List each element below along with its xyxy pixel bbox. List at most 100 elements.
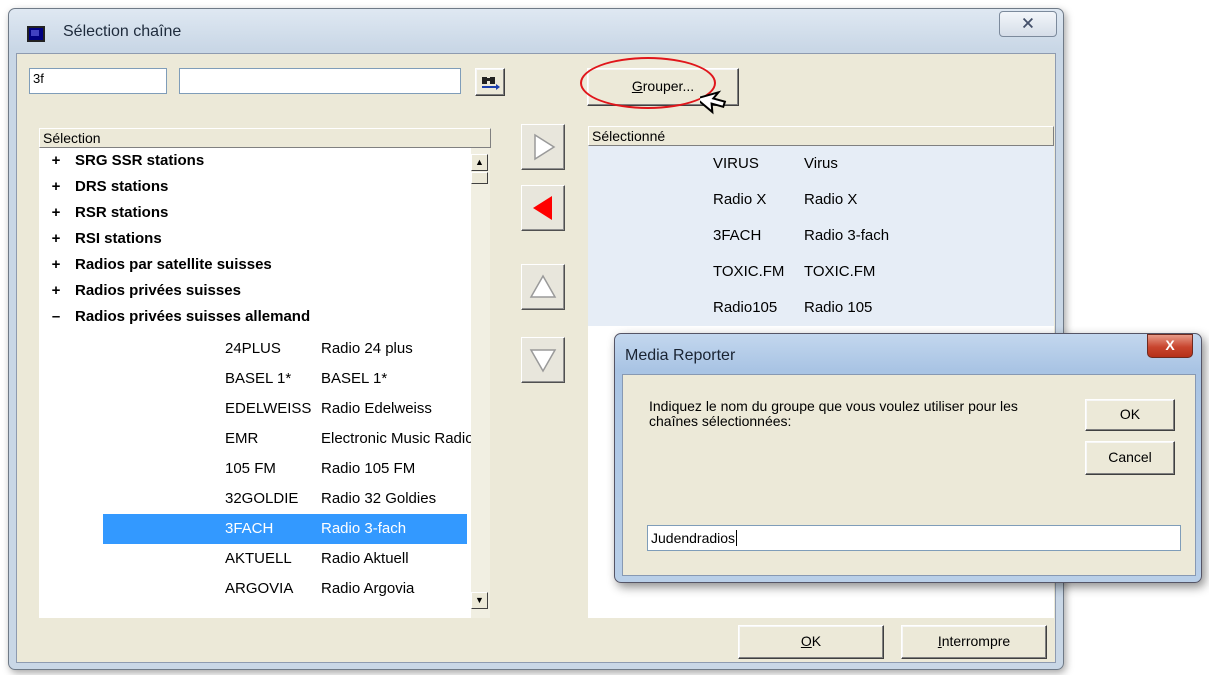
- group-row[interactable]: + Radios par satellite suisses: [39, 252, 272, 278]
- remove-left-icon: [533, 196, 552, 220]
- expand-icon[interactable]: +: [45, 252, 67, 278]
- station-code: ARGOVIA: [225, 580, 294, 597]
- selected-header-label: Sélectionné: [592, 128, 666, 144]
- station-code: 24PLUS: [225, 340, 281, 357]
- station-name: Radio 105 FM: [321, 460, 416, 477]
- scroll-down-button[interactable]: ▼: [471, 592, 488, 609]
- station-code: 32GOLDIE: [225, 490, 299, 507]
- selected-row[interactable]: VIRUS Virus: [588, 146, 1054, 182]
- dialog-ok-button[interactable]: OK: [1085, 399, 1175, 431]
- scroll-thumb[interactable]: [471, 172, 488, 184]
- dialog-title: Media Reporter: [625, 347, 736, 364]
- station-code: BASEL 1*: [225, 370, 292, 387]
- close-icon: X: [1165, 337, 1175, 353]
- group-label: RSR stations: [75, 204, 169, 221]
- ok-accel: O: [800, 633, 812, 649]
- selection-list-header[interactable]: Sélection: [39, 128, 491, 148]
- expand-icon[interactable]: +: [45, 278, 67, 304]
- group-row[interactable]: + RSR stations: [39, 200, 169, 226]
- expand-icon[interactable]: +: [45, 226, 67, 252]
- group-label: RSI stations: [75, 230, 162, 247]
- station-code: EDELWEISS: [225, 400, 312, 417]
- selected-row[interactable]: Radio105 Radio 105: [588, 290, 1054, 326]
- move-up-icon: [529, 274, 557, 298]
- group-label: Radios privées suisses: [75, 282, 241, 299]
- expand-icon[interactable]: +: [45, 148, 67, 174]
- selected-code: VIRUS: [713, 155, 759, 172]
- remove-left-button[interactable]: [521, 185, 565, 231]
- selected-code: 3FACH: [713, 227, 762, 244]
- dialog-close-button[interactable]: X: [1147, 334, 1193, 358]
- app-icon: [27, 26, 45, 42]
- station-name: Radio 3-fach: [321, 520, 407, 537]
- selection-header-label: Sélection: [43, 130, 101, 146]
- station-row[interactable]: 32GOLDIE Radio 32 Goldies: [103, 484, 467, 514]
- highlight-ellipse: [580, 57, 716, 109]
- station-code: EMR: [225, 430, 259, 447]
- find-button[interactable]: [475, 68, 505, 96]
- group-row[interactable]: + RSI stations: [39, 226, 162, 252]
- selected-name: Radio X: [804, 191, 858, 208]
- expand-icon[interactable]: +: [45, 200, 67, 226]
- group-name-value: Judendradios: [651, 530, 736, 546]
- group-row[interactable]: + Radios privées suisses: [39, 278, 241, 304]
- cancel-label: nterrompre: [941, 633, 1011, 649]
- selected-code: Radio X: [713, 191, 767, 208]
- station-row[interactable]: 24PLUS Radio 24 plus: [103, 334, 467, 364]
- selected-row[interactable]: TOXIC.FM TOXIC.FM: [588, 254, 1054, 290]
- dialog-ok-label: OK: [1119, 406, 1141, 422]
- station-name: Radio 32 Goldies: [321, 490, 437, 507]
- group-name-dialog: Media Reporter X Indiquez le nom du grou…: [614, 333, 1202, 583]
- station-code: 3FACH: [225, 520, 274, 537]
- selected-name: Radio 3-fach: [804, 227, 890, 244]
- move-up-button[interactable]: [521, 264, 565, 310]
- station-row[interactable]: BASEL 1* BASEL 1*: [103, 364, 467, 394]
- station-name: Radio Aktuell: [321, 550, 409, 567]
- station-row[interactable]: EMR Electronic Music Radio: [103, 424, 471, 454]
- selected-list-header[interactable]: Sélectionné: [588, 126, 1054, 146]
- window-title: Sélection chaîne: [63, 23, 182, 40]
- collapse-icon[interactable]: –: [45, 304, 67, 330]
- selected-name: Virus: [804, 155, 838, 172]
- group-row[interactable]: + DRS stations: [39, 174, 169, 200]
- station-row[interactable]: EDELWEISS Radio Edelweiss: [103, 394, 467, 424]
- station-row[interactable]: ARGOVIA Radio Argovia: [103, 574, 467, 604]
- add-right-icon: [534, 133, 556, 161]
- dialog-cancel-button[interactable]: Cancel: [1085, 441, 1175, 475]
- filter-short-input[interactable]: 3f: [29, 68, 167, 94]
- station-name: Radio Argovia: [321, 580, 415, 597]
- station-name: Radio Edelweiss: [321, 400, 432, 417]
- expand-icon[interactable]: +: [45, 174, 67, 200]
- selection-scrollbar[interactable]: ▲ ▼: [471, 148, 490, 618]
- group-row[interactable]: – Radios privées suisses allemand: [39, 304, 310, 330]
- add-right-button[interactable]: [521, 124, 565, 170]
- selected-code: TOXIC.FM: [713, 263, 785, 280]
- window-close-button[interactable]: 🗙: [999, 11, 1057, 37]
- selection-list[interactable]: + SRG SSR stations + DRS stations + RSR sta…: [39, 148, 471, 618]
- group-label: Radios par satellite suisses: [75, 256, 272, 273]
- mouse-cursor-icon: [700, 90, 727, 115]
- cancel-button[interactable]: Interrompre: [901, 625, 1047, 659]
- station-name: Electronic Music Radio: [321, 430, 471, 447]
- selected-name: TOXIC.FM: [804, 263, 876, 280]
- filter-long-input[interactable]: [179, 68, 461, 94]
- dialog-message: Indiquez le nom du groupe que vous voule…: [649, 398, 1018, 429]
- selected-row[interactable]: Radio X Radio X: [588, 182, 1054, 218]
- station-row[interactable]: AKTUELL Radio Aktuell: [103, 544, 467, 574]
- station-row-selected[interactable]: 3FACH Radio 3-fach: [103, 514, 467, 544]
- binoculars-icon: [482, 77, 500, 90]
- group-label: DRS stations: [75, 178, 169, 195]
- station-row[interactable]: 105 FM Radio 105 FM: [103, 454, 467, 484]
- ok-label: K: [811, 633, 822, 649]
- station-code: 105 FM: [225, 460, 276, 477]
- text-caret: [736, 530, 738, 546]
- selected-row[interactable]: 3FACH Radio 3-fach: [588, 218, 1054, 254]
- station-code: AKTUELL: [225, 550, 292, 567]
- move-down-button[interactable]: [521, 337, 565, 383]
- station-name: BASEL 1*: [321, 370, 388, 387]
- scroll-up-button[interactable]: ▲: [471, 154, 488, 171]
- group-name-input[interactable]: Judendradios: [647, 525, 1181, 551]
- ok-button[interactable]: OK: [738, 625, 884, 659]
- group-row[interactable]: + SRG SSR stations: [39, 148, 205, 174]
- group-label: Radios privées suisses allemand: [75, 308, 311, 325]
